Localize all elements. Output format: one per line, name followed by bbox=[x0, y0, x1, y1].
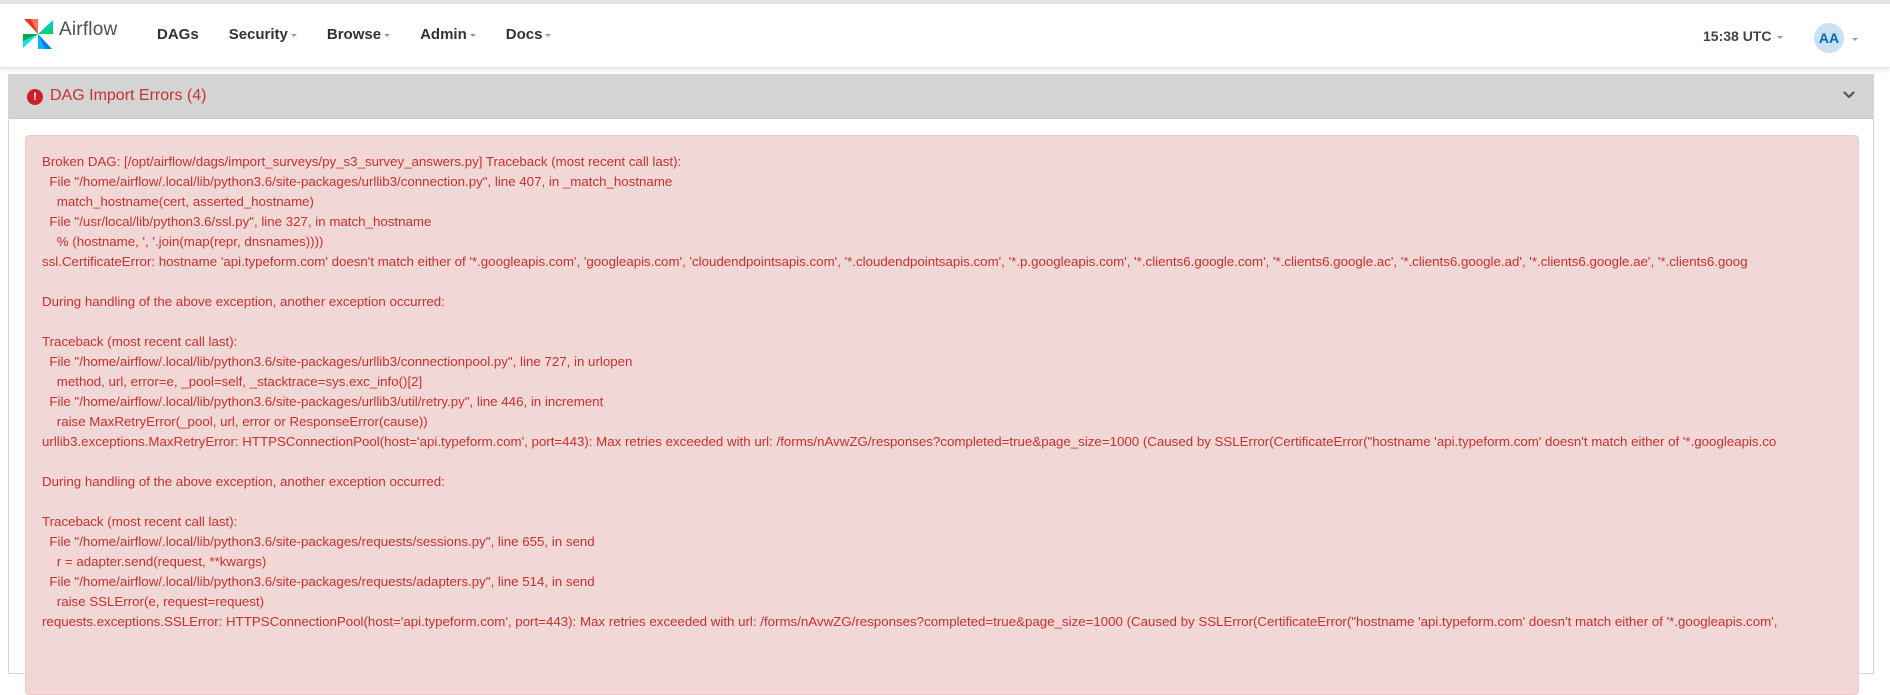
panel-title: DAG Import Errors (4) bbox=[50, 87, 207, 104]
error-line: % (hostname, ', '.join(map(repr, dnsname… bbox=[42, 234, 324, 249]
brand-home-link[interactable]: Airflow bbox=[21, 14, 117, 54]
chevron-down-icon[interactable] bbox=[1843, 89, 1855, 101]
user-menu[interactable]: AA bbox=[1814, 23, 1858, 53]
top-navbar: Airflow DAGs Security Browse Admin Docs … bbox=[0, 0, 1890, 68]
nav-admin-menu[interactable]: Admin bbox=[420, 26, 476, 43]
error-line: ssl.CertificateError: hostname 'api.type… bbox=[42, 254, 1748, 269]
utc-clock-dropdown[interactable]: 15:38 UTC bbox=[1703, 28, 1784, 44]
error-line: r = adapter.send(request, **kwargs) bbox=[42, 554, 267, 569]
error-line bbox=[42, 452, 1777, 472]
nav-docs-label: Docs bbox=[505, 26, 543, 43]
error-line: raise SSLError(e, request=request) bbox=[42, 594, 265, 609]
error-line: File "/home/airflow/.local/lib/python3.6… bbox=[42, 394, 604, 409]
error-traceback: Broken DAG: [/opt/airflow/dags/import_su… bbox=[42, 152, 1777, 632]
avatar: AA bbox=[1814, 23, 1844, 53]
avatar-initials: AA bbox=[1818, 30, 1840, 46]
error-line bbox=[42, 272, 1777, 292]
nav-dags[interactable]: DAGs bbox=[157, 26, 199, 43]
nav-browse-label: Browse bbox=[326, 26, 382, 43]
nav-browse-menu[interactable]: Browse bbox=[326, 26, 391, 43]
error-line: requests.exceptions.SSLError: HTTPSConne… bbox=[42, 614, 1778, 629]
error-line bbox=[42, 312, 1777, 332]
error-line: File "/usr/local/lib/python3.6/ssl.py", … bbox=[42, 214, 432, 229]
airflow-logo-icon bbox=[23, 19, 53, 49]
error-line: match_hostname(cert, asserted_hostname) bbox=[42, 194, 314, 209]
caret-down-icon bbox=[1777, 35, 1784, 39]
caret-down-icon bbox=[469, 34, 476, 37]
error-line: raise MaxRetryError(_pool, url, error or… bbox=[42, 414, 428, 429]
error-line: During handling of the above exception, … bbox=[42, 474, 445, 489]
brand-name: Airflow bbox=[59, 19, 118, 40]
nav-dags-label: DAGs bbox=[157, 26, 199, 43]
main-nav: DAGs Security Browse Admin Docs bbox=[157, 26, 581, 43]
nav-security-menu[interactable]: Security bbox=[229, 26, 297, 43]
exclamation-circle-icon: ! bbox=[27, 89, 43, 105]
error-line: Traceback (most recent call last): bbox=[42, 514, 238, 529]
error-line: File "/home/airflow/.local/lib/python3.6… bbox=[42, 174, 673, 189]
error-line: urllib3.exceptions.MaxRetryError: HTTPSC… bbox=[42, 434, 1777, 449]
error-line: method, url, error=e, _pool=self, _stack… bbox=[42, 374, 423, 389]
caret-down-icon bbox=[545, 34, 552, 37]
error-message-box: Broken DAG: [/opt/airflow/dags/import_su… bbox=[25, 135, 1859, 695]
error-line bbox=[42, 492, 1777, 512]
clock-time: 15:38 UTC bbox=[1703, 28, 1772, 44]
caret-down-icon bbox=[384, 34, 391, 37]
dag-import-errors-panel: ! DAG Import Errors (4) Broken DAG: [/op… bbox=[8, 74, 1874, 695]
error-line: File "/home/airflow/.local/lib/python3.6… bbox=[42, 354, 633, 369]
caret-down-icon bbox=[1852, 37, 1858, 41]
dag-import-errors-toggle[interactable]: ! DAG Import Errors (4) bbox=[9, 75, 1873, 119]
error-line: During handling of the above exception, … bbox=[42, 294, 445, 309]
error-line: Traceback (most recent call last): bbox=[42, 334, 238, 349]
error-line: Broken DAG: [/opt/airflow/dags/import_su… bbox=[42, 154, 682, 169]
nav-security-label: Security bbox=[228, 26, 288, 43]
nav-admin-label: Admin bbox=[420, 26, 467, 43]
error-line: File "/home/airflow/.local/lib/python3.6… bbox=[42, 574, 595, 589]
caret-down-icon bbox=[290, 34, 297, 37]
error-line: File "/home/airflow/.local/lib/python3.6… bbox=[42, 534, 595, 549]
nav-docs-menu[interactable]: Docs bbox=[506, 26, 552, 43]
